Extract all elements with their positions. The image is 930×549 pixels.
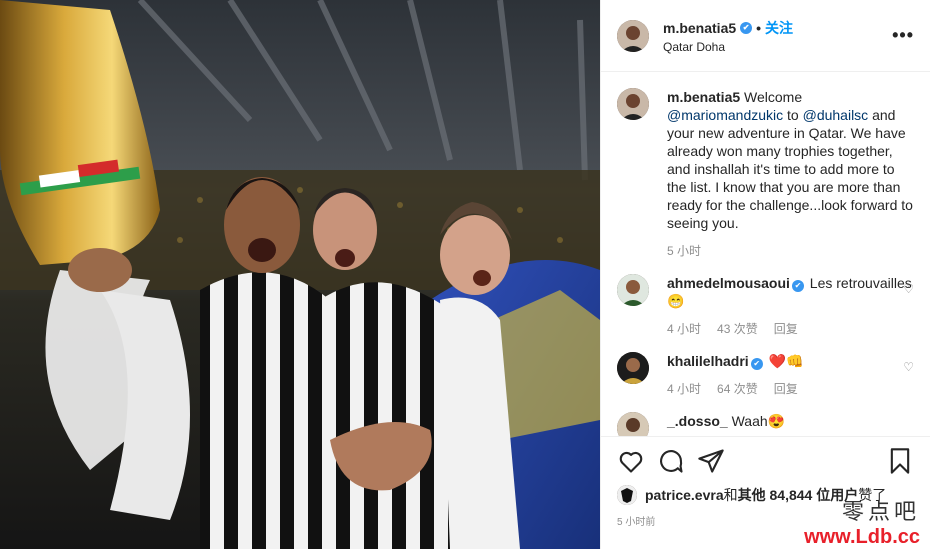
watermark-brand: 零点吧 [841, 500, 920, 525]
verified-icon: ✔ [750, 358, 763, 370]
commenter-username[interactable]: ahmedelmousaoui [667, 275, 790, 291]
caption-text-mid: to [783, 107, 803, 123]
post-photo[interactable] [0, 0, 600, 549]
liker-username[interactable]: patrice.evra [645, 487, 724, 503]
share-icon[interactable] [697, 447, 725, 475]
comment-time[interactable]: 4 小时 [667, 320, 701, 338]
commenter-avatar[interactable] [617, 352, 649, 384]
caption: m.benatia5 Welcome @mariomandzukic to @d… [617, 88, 914, 260]
caption-avatar[interactable] [617, 88, 649, 120]
follow-button[interactable]: 关注 [765, 18, 793, 38]
commenter-avatar[interactable] [617, 412, 649, 436]
comment-likes[interactable]: 64 次赞 [717, 380, 758, 398]
comment-text: Waah😍 [727, 413, 786, 429]
comment-item: _.dosso_ Waah😍 [617, 412, 914, 436]
watermark-url: www.Ldb.cc [804, 526, 920, 548]
post-header: m.benatia5 ✔ • 关注 Qatar Doha ••• [601, 0, 930, 72]
post-location[interactable]: Qatar Doha [663, 40, 892, 54]
commenter-username[interactable]: _.dosso_ [667, 413, 728, 429]
verified-icon: ✔ [791, 280, 804, 292]
author-avatar[interactable] [617, 19, 649, 52]
comment-time[interactable]: 4 小时 [667, 380, 701, 398]
comment-icon[interactable] [657, 447, 685, 475]
mention-link[interactable]: @mariomandzukic [667, 107, 783, 123]
reply-button[interactable]: 回复 [774, 320, 798, 338]
comment-text: ❤️👊 [764, 353, 804, 369]
likes-connector: 和 [723, 487, 738, 503]
more-options-icon[interactable]: ••• [892, 25, 914, 46]
comment-like-icon[interactable]: ♡ [903, 282, 914, 296]
comments-list[interactable]: m.benatia5 Welcome @mariomandzukic to @d… [601, 72, 930, 436]
verified-icon: ✔ [740, 21, 753, 34]
liker-avatar[interactable] [617, 485, 637, 505]
caption-username[interactable]: m.benatia5 [667, 89, 740, 105]
caption-text-start: Welcome [740, 89, 803, 105]
post-sidebar: m.benatia5 ✔ • 关注 Qatar Doha ••• m.benat… [600, 0, 930, 549]
comment-item: ahmedelmousaoui ✔ Les retrouvailles 😁 4 小… [617, 274, 914, 338]
commenter-avatar[interactable] [617, 274, 649, 306]
commenter-username[interactable]: khalilelhadri [667, 353, 749, 369]
watermark: 零点吧 www.Ldb.cc [804, 494, 920, 549]
caption-text-end: and your new adventure in Qatar. We have… [667, 107, 913, 231]
reply-button[interactable]: 回复 [774, 380, 798, 398]
separator-dot: • [756, 19, 762, 36]
mention-link[interactable]: @duhailsc [803, 107, 869, 123]
comment-likes[interactable]: 43 次赞 [717, 320, 758, 338]
caption-time[interactable]: 5 小时 [667, 242, 701, 260]
author-username[interactable]: m.benatia5 [663, 20, 736, 36]
save-icon[interactable] [886, 447, 914, 475]
comment-like-icon[interactable]: ♡ [903, 360, 914, 374]
heart-icon[interactable] [617, 447, 645, 475]
comment-item: khalilelhadri ✔ ❤️👊 4 小时 64 次赞 回复 ♡ [617, 352, 914, 398]
